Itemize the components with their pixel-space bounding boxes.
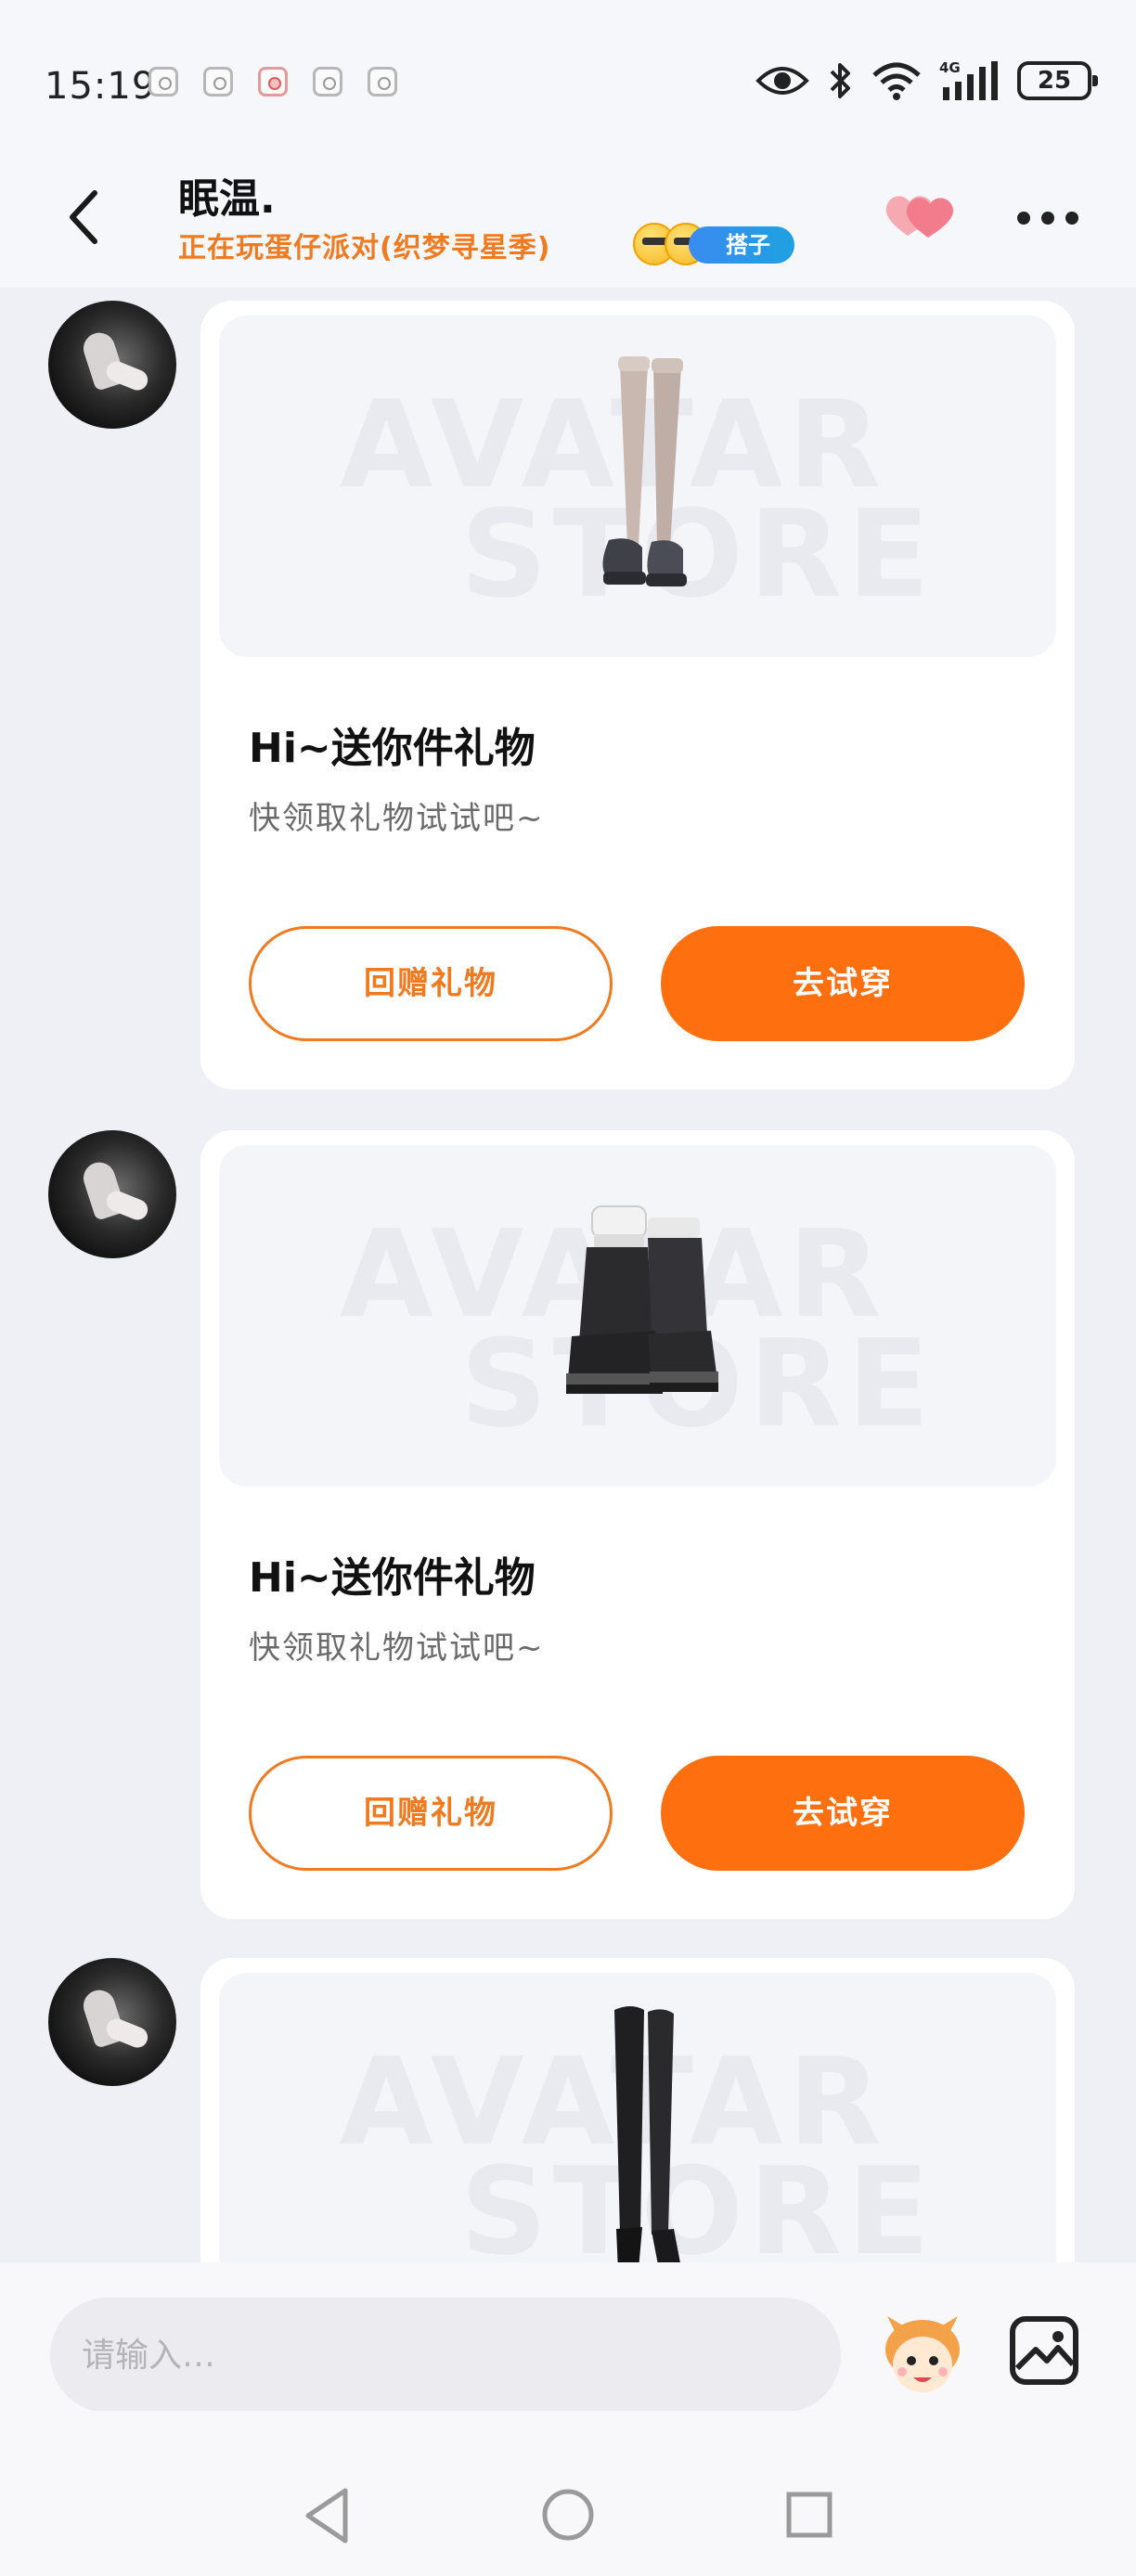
notification-icons [148, 67, 397, 97]
try-on-button[interactable]: 去试穿 [661, 1756, 1025, 1871]
image-icon[interactable] [1008, 2314, 1080, 2387]
contact-status: 正在玩蛋仔派对(织梦寻星季) [178, 232, 551, 264]
gift-title: Hi~送你件礼物 [249, 725, 536, 772]
bluetooth-icon [830, 63, 850, 98]
battery-indicator: 25 [1017, 61, 1098, 100]
try-on-button[interactable]: 去试穿 [661, 926, 1025, 1041]
wifi-icon [872, 62, 921, 100]
system-icons: 4G 25 [755, 59, 1098, 102]
status-time: 15:19 [45, 65, 157, 108]
nav-recent-icon[interactable] [785, 2491, 833, 2539]
notification-icon [368, 67, 397, 97]
partner-emoji-icons [633, 223, 707, 265]
gift-item-image[interactable]: AVATAR STORE [219, 1973, 1056, 2262]
gift-subtitle: 快领取礼物试试吧~ [249, 1629, 545, 1667]
sender-avatar[interactable] [48, 301, 176, 429]
black-platform-boots-image [566, 1205, 718, 1394]
stockings-shoes-image [602, 356, 687, 586]
nav-home-icon[interactable] [540, 2487, 596, 2543]
eye-icon [755, 67, 809, 95]
gift-message: AVATAR STORE Hi~送你件礼物 快领取礼物试试吧~ 回赠礼物 去试穿 [0, 288, 1136, 1095]
nav-back-icon[interactable] [299, 2485, 355, 2546]
sender-avatar[interactable] [48, 1130, 176, 1258]
heart-icon[interactable] [882, 187, 960, 243]
message-input[interactable] [50, 2298, 841, 2413]
return-gift-button[interactable]: 回赠礼物 [249, 1756, 613, 1871]
gift-item-image[interactable]: AVATAR STORE [219, 316, 1056, 657]
more-dot [1041, 212, 1054, 225]
status-bar: 15:19 4G 25 [0, 0, 1136, 148]
more-options-icon[interactable] [1017, 204, 1082, 232]
signal-icon: 4G [939, 59, 998, 100]
more-dot [1065, 212, 1078, 225]
contact-name[interactable]: 眠温. [178, 165, 276, 225]
gift-message: AVATAR STORE Hi~送你件礼物 快 [0, 1115, 1136, 1923]
gift-card[interactable]: AVATAR STORE [200, 1958, 1075, 2262]
chat-header: 眠温. 正在玩蛋仔派对(织梦寻星季) 搭子 [0, 148, 1136, 288]
return-gift-button[interactable]: 回赠礼物 [249, 926, 613, 1041]
notification-icon [203, 67, 233, 97]
gift-card[interactable]: AVATAR STORE Hi~送你件礼物 快领取礼物试试吧~ 回赠礼物 去试穿 [200, 301, 1075, 1089]
input-bar [0, 2262, 1136, 2413]
gift-title: Hi~送你件礼物 [249, 1554, 536, 1602]
message-list[interactable]: AVATAR STORE Hi~送你件礼物 快领取礼物试试吧~ 回赠礼物 去试穿 [0, 288, 1136, 2262]
gift-subtitle: 快领取礼物试试吧~ [249, 800, 545, 837]
sender-avatar[interactable] [48, 1958, 176, 2086]
back-arrow-icon[interactable] [58, 184, 113, 251]
gift-item-image[interactable]: AVATAR STORE [219, 1145, 1056, 1487]
sticker-icon[interactable] [878, 2312, 967, 2402]
network-label: 4G [939, 59, 961, 76]
notification-icon [313, 67, 342, 97]
thigh-high-boots-image [614, 2006, 680, 2262]
more-dot [1017, 212, 1030, 225]
gift-card[interactable]: AVATAR STORE Hi~送你件礼物 快 [200, 1130, 1075, 1919]
notification-icon [258, 67, 288, 97]
gift-message: AVATAR STORE [0, 1943, 1136, 2262]
system-nav-bar [0, 2411, 1136, 2576]
partner-badge[interactable]: 搭子 [689, 226, 794, 264]
notification-icon [148, 67, 178, 97]
